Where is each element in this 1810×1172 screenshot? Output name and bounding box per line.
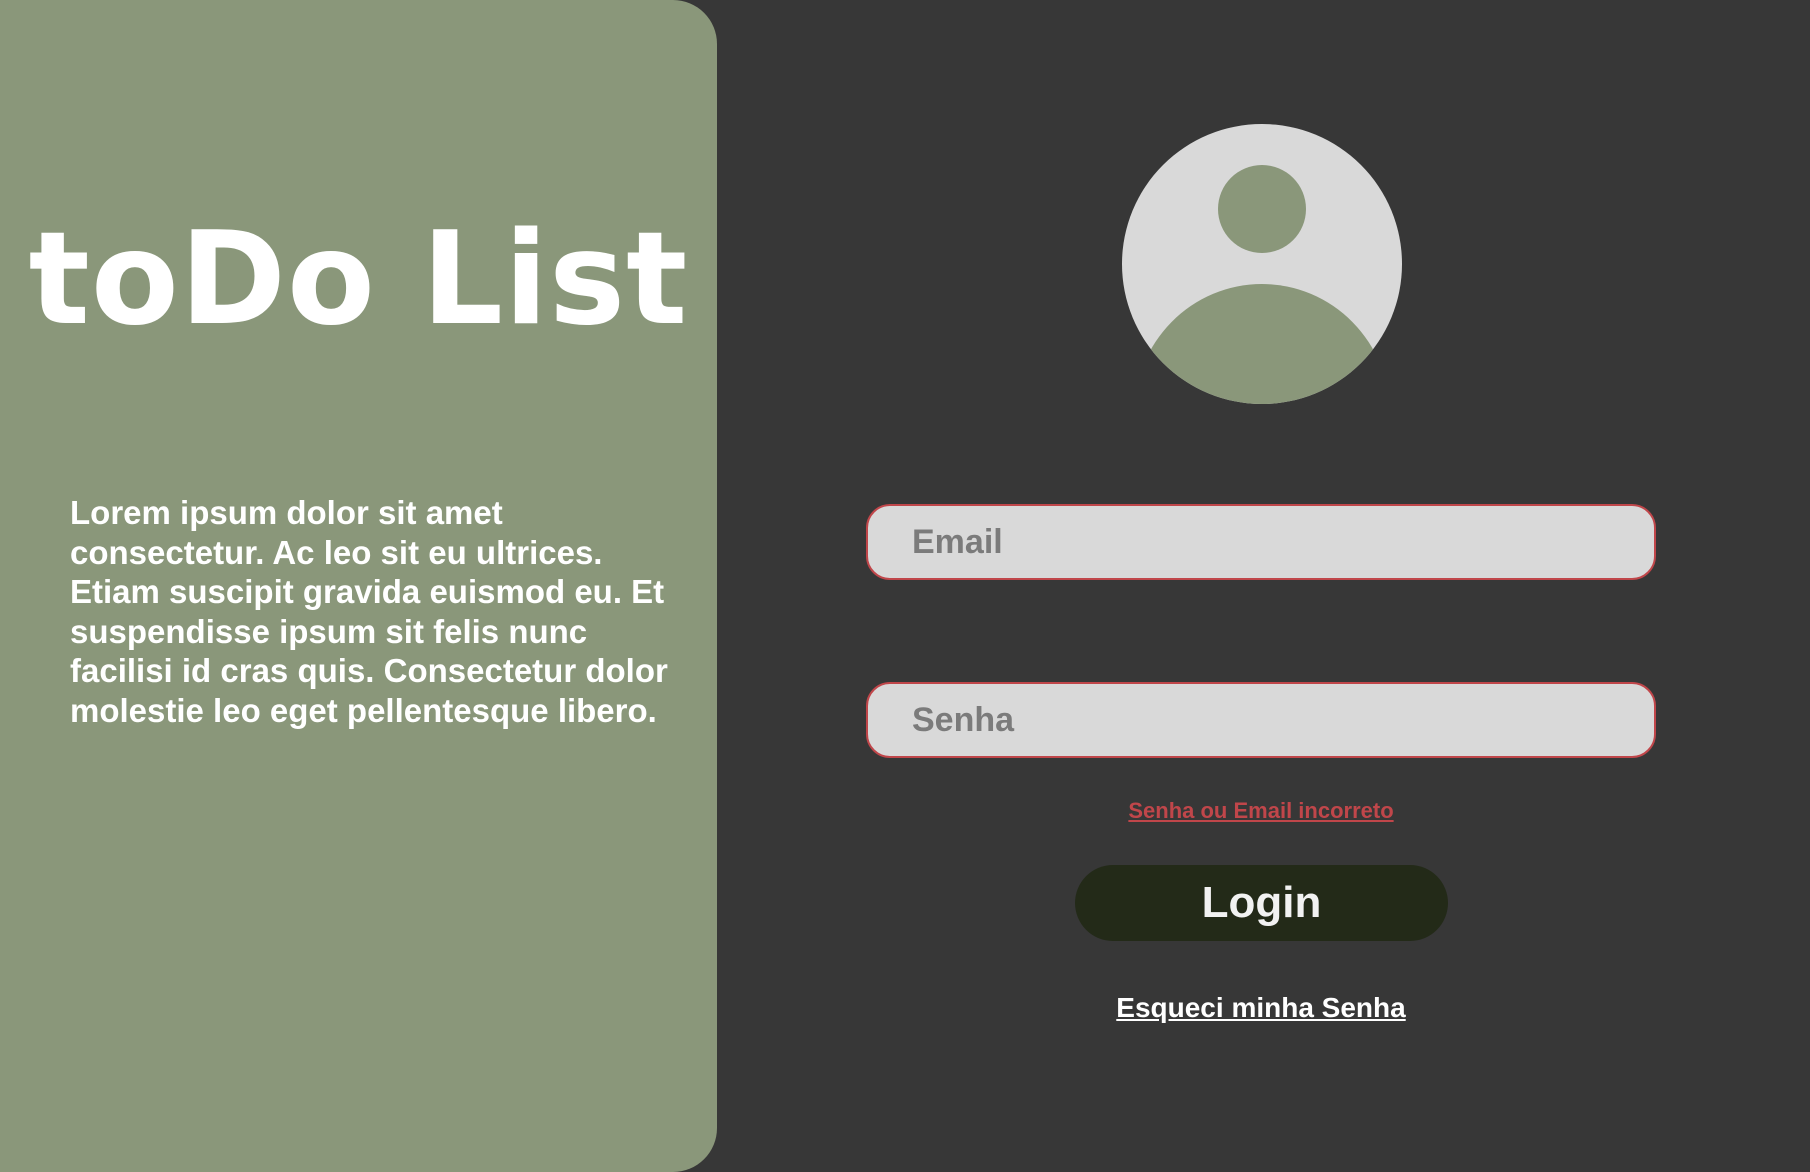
password-field[interactable]: [866, 682, 1656, 758]
login-page: toDo List Lorem ipsum dolor sit amet con…: [0, 0, 1810, 1172]
intro-panel: toDo List Lorem ipsum dolor sit amet con…: [0, 0, 717, 1172]
intro-description: Lorem ipsum dolor sit amet consectetur. …: [70, 494, 668, 729]
email-field[interactable]: [866, 504, 1656, 580]
login-button[interactable]: Login: [1075, 865, 1448, 941]
user-avatar-graphic: [1134, 165, 1390, 404]
forgot-password-link[interactable]: Esqueci minha Senha: [866, 992, 1656, 1024]
login-error-message: Senha ou Email incorreto: [1128, 798, 1394, 823]
avatar-head: [1218, 165, 1306, 253]
app-title: toDo List: [28, 205, 689, 354]
user-icon: [1122, 124, 1402, 404]
avatar-body: [1134, 284, 1390, 404]
